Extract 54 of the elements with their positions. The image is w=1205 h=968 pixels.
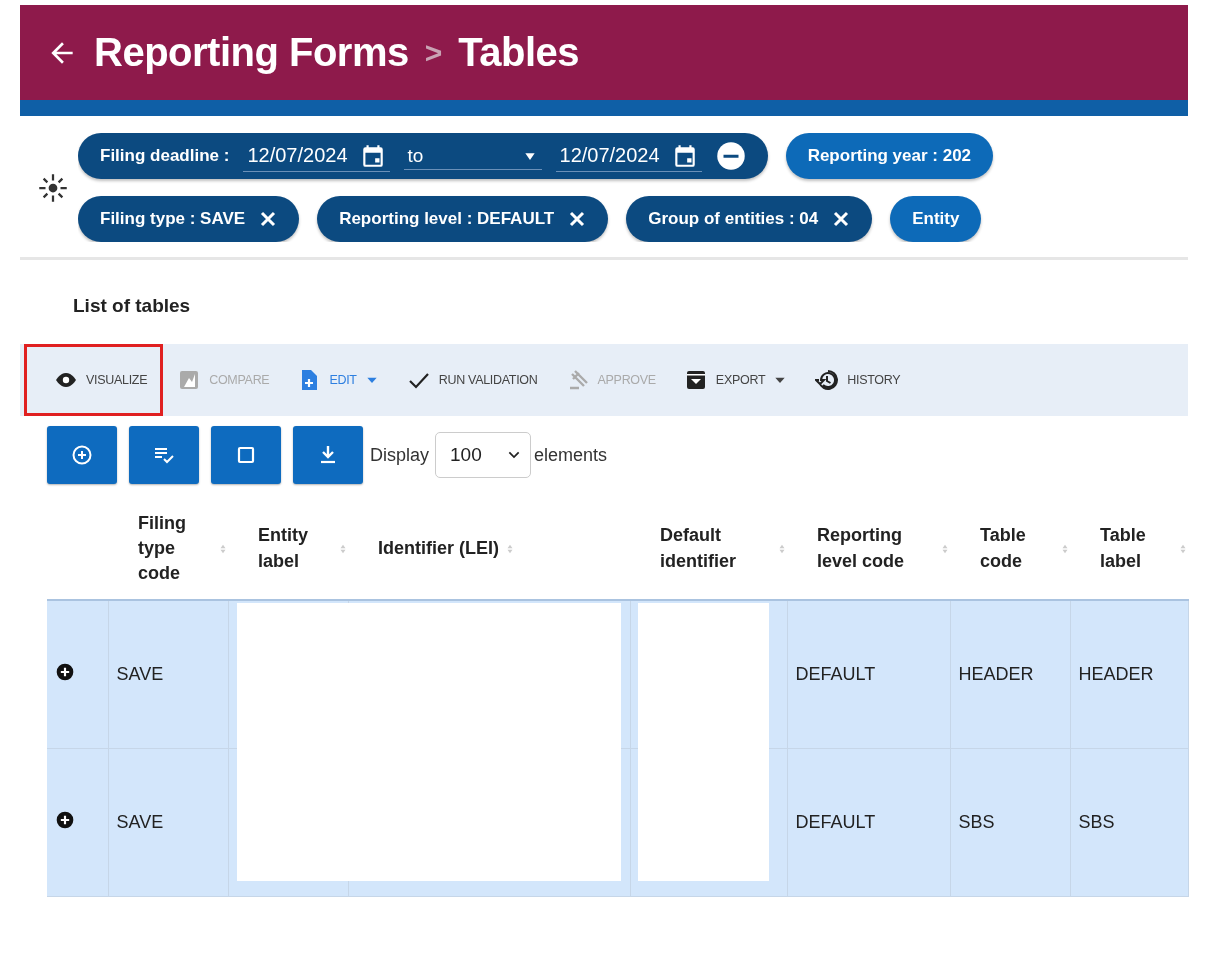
date-value: 12/07/2024	[559, 144, 660, 167]
filter-label: Filing deadline :	[100, 146, 230, 166]
filter-label: Entity	[912, 209, 960, 229]
column-header-text: Reporting level code	[817, 524, 906, 573]
filter-chip[interactable]: Group of entities : 04	[626, 196, 873, 242]
table-cell: DEFAULT	[795, 663, 876, 684]
table-cell: SBS	[958, 811, 995, 832]
expand-plus-icon[interactable]	[55, 661, 75, 682]
table-cell: SAVE	[116, 811, 164, 832]
filter-chip[interactable]: Reporting level : DEFAULT	[317, 196, 609, 242]
filter-label: Filing type : SAVE	[100, 209, 246, 229]
filter-label: Reporting level : DEFAULT	[339, 209, 555, 229]
table-cell: HEADER	[958, 663, 1034, 684]
date-field[interactable]: 12/07/2024	[243, 140, 390, 172]
filter-label: Reporting year : 202	[807, 146, 972, 166]
action-button[interactable]	[211, 426, 281, 484]
remove-icon[interactable]	[715, 141, 746, 171]
table-cell: SAVE	[116, 663, 164, 684]
close-icon[interactable]	[259, 210, 278, 228]
breadcrumb-item: Tables	[458, 30, 579, 75]
column-header-text: Default identifier	[660, 524, 737, 573]
connector-dropdown[interactable]: to	[403, 142, 542, 170]
breadcrumb-separator: >	[424, 35, 443, 70]
display-label: Display	[370, 444, 430, 466]
filter-chip[interactable]: Filing type : SAVE	[78, 196, 300, 242]
close-icon[interactable]	[832, 210, 851, 228]
connector-text: to	[407, 144, 424, 167]
table-cell: DEFAULT	[795, 811, 876, 832]
column-header-text: Entity label	[258, 524, 309, 573]
toolbar-button[interactable]: EXPORT	[669, 344, 802, 416]
table-cell: HEADER	[1078, 663, 1154, 684]
close-icon[interactable]	[568, 210, 587, 228]
filter-chip[interactable]: Filing deadline : 12/07/2024 to 12/07/2024	[78, 133, 768, 179]
history-icon	[815, 368, 840, 392]
date-field[interactable]: 12/07/2024	[555, 140, 702, 172]
toolbar-button[interactable]: VISUALIZE	[24, 344, 164, 416]
section-title: List of tables	[73, 294, 191, 318]
column-header-text: Identifier (LEI)	[378, 536, 499, 560]
column-header-text: Table label	[1100, 524, 1147, 573]
expand-plus-icon[interactable]	[55, 809, 75, 830]
sun-icon[interactable]	[38, 172, 68, 203]
column-header-text: Table code	[980, 524, 1027, 573]
table-cell: SBS	[1078, 811, 1115, 832]
action-button[interactable]	[129, 426, 199, 484]
column-header-text: Filing type code	[138, 511, 187, 586]
date-value: 12/07/2024	[247, 144, 348, 167]
elements-label: elements	[534, 444, 608, 466]
add-circle-icon	[70, 443, 94, 467]
action-button[interactable]	[47, 426, 117, 484]
toolbar-button[interactable]: RUN VALIDATION	[392, 344, 552, 416]
breadcrumb-item[interactable]: Reporting Forms	[94, 30, 409, 75]
toolbar-button[interactable]: HISTORY	[801, 344, 915, 416]
filter-label: Group of entities : 04	[648, 209, 819, 229]
page-size-select[interactable]: 100	[435, 432, 532, 478]
